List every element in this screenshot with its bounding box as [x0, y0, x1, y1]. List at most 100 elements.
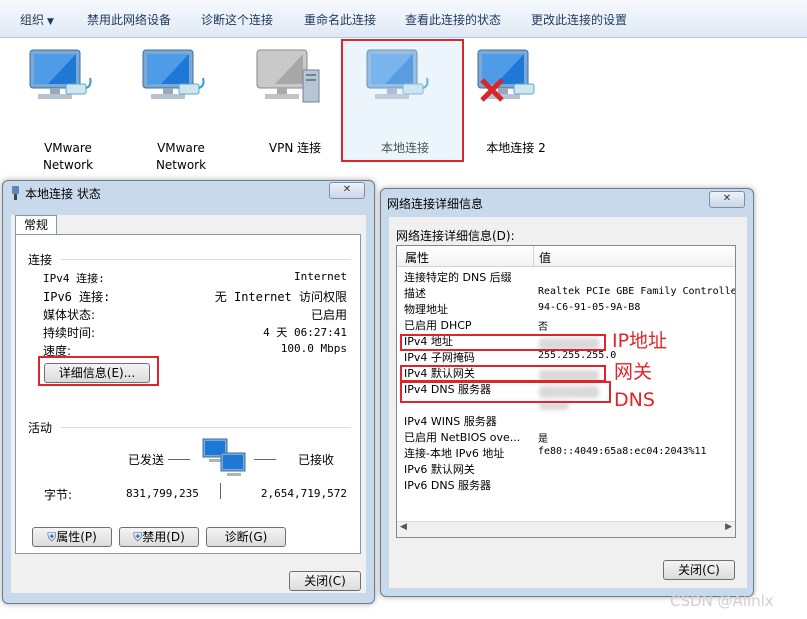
list-item[interactable]: 连接特定的 DNS 后缀: [397, 268, 735, 284]
details-dialog-title: 网络连接详细信息: [387, 197, 484, 211]
organize-label: 组织: [20, 13, 45, 27]
bytes-sent-value: 831,799,235: [126, 487, 199, 500]
network-cable-icon: [12, 186, 19, 200]
media-state-value: 已启用: [310, 308, 347, 322]
received-line: [254, 459, 276, 460]
rename-connection-button[interactable]: 重命名此连接: [304, 11, 376, 28]
adapter-vmware-2[interactable]: VMware Network: [131, 40, 231, 172]
property-cell: IPv6 默认网关: [404, 463, 475, 476]
property-cell: IPv4 WINS 服务器: [404, 415, 497, 428]
property-cell: 连接-本地 IPv6 地址: [404, 447, 505, 460]
adapter-label: VPN 连接: [268, 141, 322, 155]
organize-menu[interactable]: 组织 ▼: [20, 11, 54, 28]
adapter-label: 本地连接 2: [486, 141, 546, 155]
list-header: 属性 值: [397, 246, 735, 267]
column-header-property[interactable]: 属性: [405, 249, 429, 266]
adapter-vpn[interactable]: VPN 连接: [245, 40, 345, 160]
diagnose-button[interactable]: 诊断(G): [206, 527, 286, 547]
bytes-label: 字节:: [44, 488, 73, 502]
shield-icon: ⛨: [47, 530, 57, 544]
list-item[interactable]: 物理地址 94-C6-91-05-9A-B8: [397, 300, 735, 316]
annotation-dns: DNS: [614, 389, 655, 411]
details-button-highlight: [38, 356, 159, 386]
disable-label: 禁用(D): [142, 530, 185, 544]
bytes-received-value: 2,654,719,572: [260, 487, 347, 500]
value-cell: fe80::4049:65a8:ec04:2043%11: [538, 446, 707, 457]
ipv6-connection-value: 无 Internet 访问权限: [214, 290, 347, 304]
sent-line: [168, 459, 190, 460]
shield-icon: ⛨: [133, 530, 143, 544]
network-monitor-icon: [142, 49, 205, 99]
chevron-down-icon: ▼: [47, 17, 54, 27]
property-cell: 描述: [404, 287, 426, 300]
diagnose-connection-button[interactable]: 诊断这个连接: [201, 11, 273, 28]
horizontal-scrollbar[interactable]: ◀ ▶: [397, 521, 735, 537]
duration-label: 持续时间:: [43, 326, 96, 340]
gateway-highlight: [400, 365, 606, 382]
adapter-vmware-1[interactable]: VMware Network: [18, 40, 118, 172]
details-dialog: 网络连接详细信息 ✕ 网络连接详细信息(D): 属性 值 连接特定的 DNS 后…: [380, 188, 754, 597]
duration-value: 4 天 06:27:41: [263, 326, 347, 339]
status-close-button[interactable]: 关闭(C): [289, 571, 361, 591]
adapter-label-2: Network: [155, 158, 207, 172]
property-cell: 连接特定的 DNS 后缀: [404, 271, 512, 284]
bytes-separator: [220, 483, 221, 499]
list-item[interactable]: IPv6 DNS 服务器: [397, 476, 735, 492]
watermark: CSDN @Alinlx: [670, 592, 774, 610]
divider: [61, 259, 351, 260]
list-item[interactable]: IPv6 默认网关: [397, 460, 735, 476]
media-state-label: 媒体状态:: [43, 308, 96, 322]
received-label: 已接收: [298, 453, 335, 467]
list-item[interactable]: IPv4 WINS 服务器: [397, 412, 735, 428]
value-cell: 否: [538, 322, 548, 333]
property-cell: IPv6 DNS 服务器: [404, 479, 492, 492]
properties-label: 属性(P): [56, 530, 97, 544]
scroll-left-icon[interactable]: ◀: [400, 522, 407, 532]
value-cell: 是: [538, 434, 548, 445]
value-cell: Realtek PCIe GBE Family Controlle: [538, 286, 736, 297]
properties-button[interactable]: ⛨属性(P): [32, 527, 112, 547]
property-cell: 物理地址: [404, 303, 448, 316]
connection-heading: 连接: [28, 253, 53, 267]
column-divider[interactable]: [533, 246, 534, 266]
view-status-button[interactable]: 查看此连接的状态: [405, 11, 501, 28]
details-close-button[interactable]: 关闭(C): [663, 560, 735, 580]
network-activity-icon: [202, 438, 246, 476]
ipv4-address-highlight: [400, 334, 606, 351]
tab-general[interactable]: 常规: [15, 215, 57, 235]
disable-device-button[interactable]: 禁用此网络设备: [87, 11, 171, 28]
activity-heading: 活动: [28, 421, 53, 435]
property-cell: 已启用 DHCP: [404, 319, 472, 332]
speed-value: 100.0 Mbps: [280, 342, 347, 355]
property-cell: 已启用 NetBIOS ove...: [404, 431, 521, 444]
dns2-blurred: [539, 402, 569, 410]
adapter-label: VMware: [157, 141, 205, 155]
disconnected-monitor-icon: [477, 49, 535, 102]
value-cell: 94-C6-91-05-9A-B8: [538, 302, 641, 313]
annotation-gateway: 网关: [614, 361, 653, 383]
command-bar: 组织 ▼ 禁用此网络设备 诊断这个连接 重命名此连接 查看此连接的状态 更改此连接…: [0, 0, 807, 38]
details-subtitle: 网络连接详细信息(D):: [396, 229, 515, 243]
dns-highlight: [400, 381, 611, 403]
selected-adapter-highlight: [341, 39, 464, 162]
close-icon[interactable]: ✕: [329, 182, 365, 199]
list-item[interactable]: 已启用 NetBIOS ove... 是: [397, 428, 735, 445]
ipv4-connection-value: Internet: [294, 270, 347, 283]
adapter-label: VMware: [44, 141, 92, 155]
list-item[interactable]: 已启用 DHCP 否: [397, 316, 735, 333]
general-tab-panel: 连接 IPv4 连接: Internet IPv6 连接: 无 Internet…: [15, 234, 361, 554]
divider: [61, 427, 351, 428]
disable-button[interactable]: ⛨禁用(D): [119, 527, 199, 547]
adapter-label-2: Network: [42, 158, 94, 172]
change-settings-button[interactable]: 更改此连接的设置: [531, 11, 627, 28]
column-header-value[interactable]: 值: [539, 249, 551, 266]
annotation-ip: IP地址: [612, 330, 668, 352]
property-cell: IPv4 子网掩码: [404, 351, 475, 364]
scroll-right-icon[interactable]: ▶: [725, 522, 732, 532]
adapter-local-connection-2[interactable]: 本地连接 2: [466, 40, 566, 160]
status-dialog: 本地连接 状态 ✕ 常规 连接 IPv4 连接: Internet IPv6 连…: [2, 180, 375, 604]
list-item[interactable]: 描述 Realtek PCIe GBE Family Controlle: [397, 284, 735, 300]
sent-label: 已发送: [128, 453, 165, 467]
list-item[interactable]: 连接-本地 IPv6 地址 fe80::4049:65a8:ec04:2043%1…: [397, 444, 735, 460]
close-icon[interactable]: ✕: [709, 191, 745, 208]
